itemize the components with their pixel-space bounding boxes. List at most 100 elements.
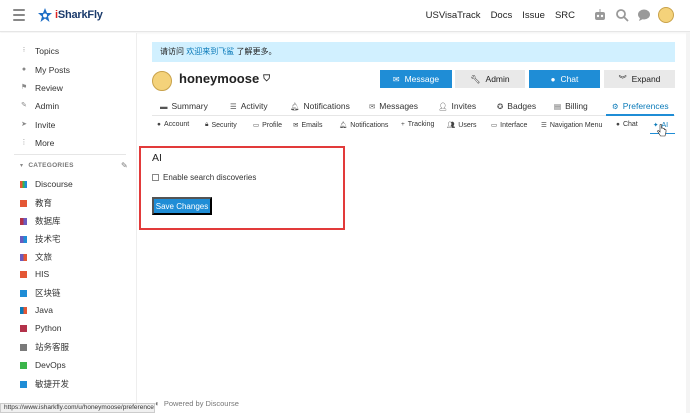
chevron-down-icon: ▾ <box>20 163 24 169</box>
link-docs[interactable]: Docs <box>491 10 513 21</box>
id-card-icon: ▭ <box>253 122 260 129</box>
category-swatch <box>20 253 27 261</box>
category-python[interactable]: Python <box>20 323 61 333</box>
welcome-notice: 请访问 欢迎来到飞鲨 了解更多。 <box>152 42 675 62</box>
checkbox-box[interactable] <box>152 174 159 181</box>
category-blockchain[interactable]: 区块链 <box>20 287 61 299</box>
active-tab-indicator <box>606 114 674 116</box>
link-usvisatrack[interactable]: USVisaTrack <box>426 10 481 21</box>
discourse-logo-icon: ◐ <box>155 399 160 408</box>
enable-search-discoveries-checkbox[interactable]: Enable search discoveries <box>152 173 256 182</box>
account-icon: ● <box>157 121 161 128</box>
envelope-icon: ✉ <box>369 101 376 111</box>
sidebar-item-admin[interactable]: ✎ Admin <box>20 101 59 111</box>
sidebar-item-review[interactable]: ⚑ Review <box>20 83 63 93</box>
browser-status-bar: https://www.isharkfly.com/u/honeymoose/p… <box>0 403 155 413</box>
profile-avatar[interactable] <box>152 71 172 91</box>
envelope-icon: ✉ <box>392 74 400 84</box>
category-swatch <box>20 270 27 278</box>
tab-badges[interactable]: ✪ Badges <box>497 101 536 111</box>
search-icon[interactable] <box>614 7 630 23</box>
tab-preferences[interactable]: ⚙ Preferences <box>612 101 669 111</box>
logo-text: iSharkFly <box>55 9 103 21</box>
tab-summary[interactable]: ▬ Summary <box>160 101 208 111</box>
category-swatch <box>20 180 27 188</box>
shield-icon: ⛉ <box>263 73 270 83</box>
ai-section-highlight <box>139 146 345 230</box>
gear-icon: ⚙ <box>612 101 619 111</box>
page-scrollbar[interactable] <box>686 32 690 413</box>
subtab-notifications[interactable]: 🔔︎ Notifications <box>339 121 388 130</box>
expand-button[interactable]: ︾ Expand <box>604 70 675 88</box>
badge-icon: ✪ <box>497 101 504 111</box>
subtab-chat[interactable]: ● Chat <box>616 121 638 128</box>
preference-subtabs: ● Account 🔒︎ Security ▭ Profile ✉ Emails 🔔︎ N… <box>152 117 675 135</box>
category-his[interactable]: HIS <box>20 269 49 279</box>
ai-section-title: AI <box>152 152 162 164</box>
category-swatch <box>20 306 27 314</box>
subtab-users[interactable]: 👥︎ Users <box>447 121 477 130</box>
category-swatch <box>20 289 27 297</box>
envelope-icon: ✉ <box>293 122 299 129</box>
subtab-navigation-menu[interactable]: ☰ Navigation Menu <box>541 121 602 130</box>
categories-header[interactable]: ▾ CATEGORIES ✎ <box>20 161 128 170</box>
tab-invites[interactable]: 👤︎ Invites <box>438 101 476 111</box>
wrench-icon: ✎ <box>21 102 27 109</box>
tab-activity[interactable]: ☰ Activity <box>230 101 268 111</box>
top-links: USVisaTrack Docs Issue SRC <box>426 10 575 21</box>
sidebar-item-my-posts[interactable]: ● My Posts <box>20 65 70 75</box>
hamburger-menu-icon[interactable] <box>13 9 25 21</box>
flag-icon: ⚑ <box>20 84 28 91</box>
billing-icon: ▤ <box>554 101 562 111</box>
save-changes-button[interactable]: Save Changes <box>152 197 212 215</box>
site-header: iSharkFly USVisaTrack Docs Issue SRC <box>0 0 690 32</box>
sidebar-item-topics[interactable]: ⁝ Topics <box>20 46 59 56</box>
sidebar-item-invite[interactable]: ➤ Invite <box>20 120 55 130</box>
chat-icon: ● <box>550 74 556 84</box>
tab-messages[interactable]: ✉ Messages <box>369 101 418 111</box>
category-swatch <box>20 361 27 369</box>
subtab-account[interactable]: ● Account <box>157 121 189 128</box>
category-swatch <box>20 343 27 351</box>
tab-billing[interactable]: ▤ Billing <box>554 101 588 111</box>
robot-icon[interactable] <box>592 7 608 23</box>
welcome-link[interactable]: 欢迎来到飞鲨 <box>186 47 234 56</box>
sidebar-divider <box>14 154 126 155</box>
category-java[interactable]: Java <box>20 305 53 315</box>
site-logo[interactable]: iSharkFly <box>37 7 103 23</box>
link-issue[interactable]: Issue <box>522 10 545 21</box>
category-travel[interactable]: 文旅 <box>20 251 52 263</box>
admin-button[interactable]: 🔧︎ Admin <box>455 70 525 88</box>
subtab-security[interactable]: 🔒︎ Security <box>205 121 237 129</box>
lock-icon: 🔒︎ <box>205 121 209 128</box>
subtab-tracking[interactable]: + Tracking <box>401 121 434 128</box>
user-avatar[interactable] <box>658 7 674 23</box>
desktop-icon: ▭ <box>491 122 498 129</box>
chat-icon: ● <box>616 121 620 128</box>
powered-by-discourse[interactable]: ◐ Powered by Discourse <box>155 399 239 408</box>
subtab-interface[interactable]: ▭ Interface <box>491 121 527 130</box>
category-database[interactable]: 数据库 <box>20 215 61 227</box>
chat-button[interactable]: ● Chat <box>529 70 600 88</box>
message-button[interactable]: ✉ Message <box>380 70 452 88</box>
category-agile[interactable]: 敏捷开发 <box>20 378 69 390</box>
chat-bubble-icon[interactable] <box>636 7 652 23</box>
user-icon: ● <box>21 66 27 73</box>
category-devops[interactable]: DevOps <box>20 360 66 370</box>
subtab-emails[interactable]: ✉ Emails <box>293 121 322 130</box>
category-swatch <box>20 235 27 243</box>
bell-icon: 🔔︎ <box>290 101 300 111</box>
category-tech[interactable]: 技术宅 <box>20 233 61 245</box>
category-support[interactable]: 站务客服 <box>20 341 69 353</box>
wrench-icon: 🔧︎ <box>470 74 481 84</box>
category-swatch <box>20 199 27 207</box>
pencil-icon[interactable]: ✎ <box>121 161 128 170</box>
subtab-profile[interactable]: ▭ Profile <box>253 121 282 130</box>
category-education[interactable]: 教育 <box>20 197 52 209</box>
sidebar-item-more[interactable]: ⋮ More <box>20 138 55 148</box>
paper-plane-icon: ➤ <box>21 121 27 128</box>
link-src[interactable]: SRC <box>555 10 575 21</box>
bell-icon: 🔔︎ <box>339 122 348 129</box>
category-discourse[interactable]: Discourse <box>20 179 73 189</box>
tab-notifications[interactable]: 🔔︎ Notifications <box>290 101 350 111</box>
